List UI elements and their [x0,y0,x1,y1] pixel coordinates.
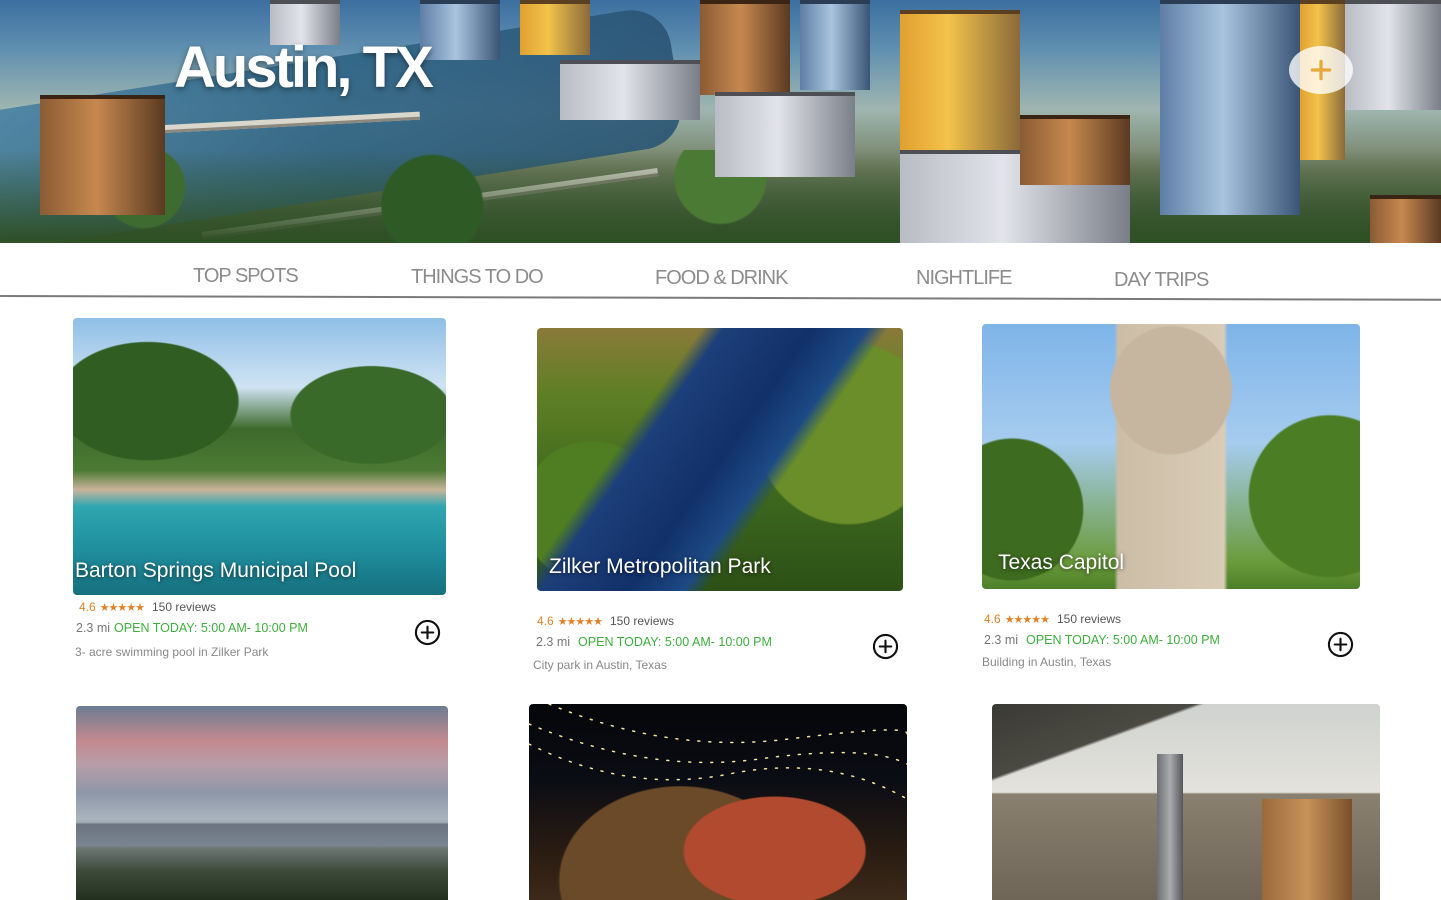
review-count[interactable]: 150 reviews [610,614,674,628]
hero-building [1020,115,1130,185]
page-title: Austin, TX [174,35,434,100]
rating-value: 4.6 [537,614,554,628]
add-to-trip-button[interactable] [872,633,899,660]
rating-row: 4.6 ★★★★★ 150 reviews [79,600,216,614]
star-rating-icon: ★★★★★ [99,602,145,614]
open-hours: OPEN TODAY: 5:00 AM- 10:00 PM [1026,633,1220,647]
place-card[interactable]: Texas Capitol 4.6 ★★★★★ 150 reviews 2.3 mi… [981,324,1360,669]
place-card[interactable]: Zilker Metropolitan Park 4.6 ★★★★★ 150 rev… [531,328,906,673]
tab-top-spots[interactable]: TOP SPOTS [193,265,299,288]
tower-silhouette [1157,754,1183,900]
hero-building [40,95,165,215]
plus-circle-icon [1327,631,1354,658]
building-silhouette [1262,799,1352,900]
tab-nightlife[interactable]: NIGHTLIFE [916,267,1012,290]
review-count[interactable]: 150 reviews [1057,612,1121,626]
review-count[interactable]: 150 reviews [152,600,216,614]
place-photo[interactable] [992,704,1380,900]
place-photo[interactable] [529,704,907,900]
rating-row: 4.6 ★★★★★ 150 reviews [984,612,1121,626]
distance: 2.3 mi [984,633,1019,647]
string-lights-graphic [529,704,907,800]
tab-food-drink[interactable]: FOOD & DRINK [655,267,788,290]
place-photo[interactable]: Zilker Metropolitan Park [537,328,903,591]
hero-building [1160,0,1300,215]
hero-building [1370,195,1441,243]
hero-building [520,0,590,55]
rating-row: 4.6 ★★★★★ 150 reviews [537,614,674,628]
open-hours: OPEN TODAY: 5:00 AM- 10:00 PM [578,635,772,649]
place-photo[interactable] [76,706,448,900]
hero-banner: Austin, TX [0,0,1441,243]
place-description: City park in Austin, Texas [533,658,667,672]
add-to-trip-button[interactable] [414,619,441,646]
hero-building [715,92,855,177]
place-description: Building in Austin, Texas [982,655,1112,669]
add-destination-button[interactable] [1289,46,1353,94]
plus-icon [1310,59,1332,81]
add-to-trip-button[interactable] [1327,631,1354,658]
place-title: Barton Springs Municipal Pool [75,559,357,582]
hero-building [800,0,870,90]
place-title: Texas Capitol [998,551,1125,574]
place-card[interactable]: Barton Springs Municipal Pool 4.6 ★★★★★ 15… [73,318,446,668]
hero-building [420,0,500,60]
place-title: Zilker Metropolitan Park [549,555,771,578]
plus-circle-icon [414,619,441,646]
meta-row: 2.3 mi OPEN TODAY: 5:00 AM- 10:00 PM [76,621,308,635]
category-nav: TOP SPOTS THINGS TO DO FOOD & DRINK NIGH… [0,243,1441,303]
hero-building [700,0,790,95]
place-photo[interactable]: Texas Capitol [982,324,1360,589]
rating-value: 4.6 [984,612,1001,626]
tab-things-to-do[interactable]: THINGS TO DO [411,266,544,289]
tab-day-trips[interactable]: DAY TRIPS [1114,269,1209,292]
distance: 2.3 mi [536,635,571,649]
meta-row: 2.3 mi OPEN TODAY: 5:00 AM- 10:00 PM [984,633,1220,647]
star-rating-icon: ★★★★★ [1004,614,1050,626]
hero-building [560,60,700,120]
rating-value: 4.6 [79,600,96,614]
place-photo[interactable]: Barton Springs Municipal Pool [73,318,446,595]
plus-circle-icon [872,633,899,660]
star-rating-icon: ★★★★★ [557,616,603,628]
hero-building [1345,0,1441,110]
open-hours: OPEN TODAY: 5:00 AM- 10:00 PM [114,621,308,635]
meta-row: 2.3 mi OPEN TODAY: 5:00 AM- 10:00 PM [536,635,772,649]
place-description: 3- acre swimming pool in Zilker Park [75,645,269,659]
distance: 2.3 mi [76,621,111,635]
nav-divider [0,295,1441,301]
